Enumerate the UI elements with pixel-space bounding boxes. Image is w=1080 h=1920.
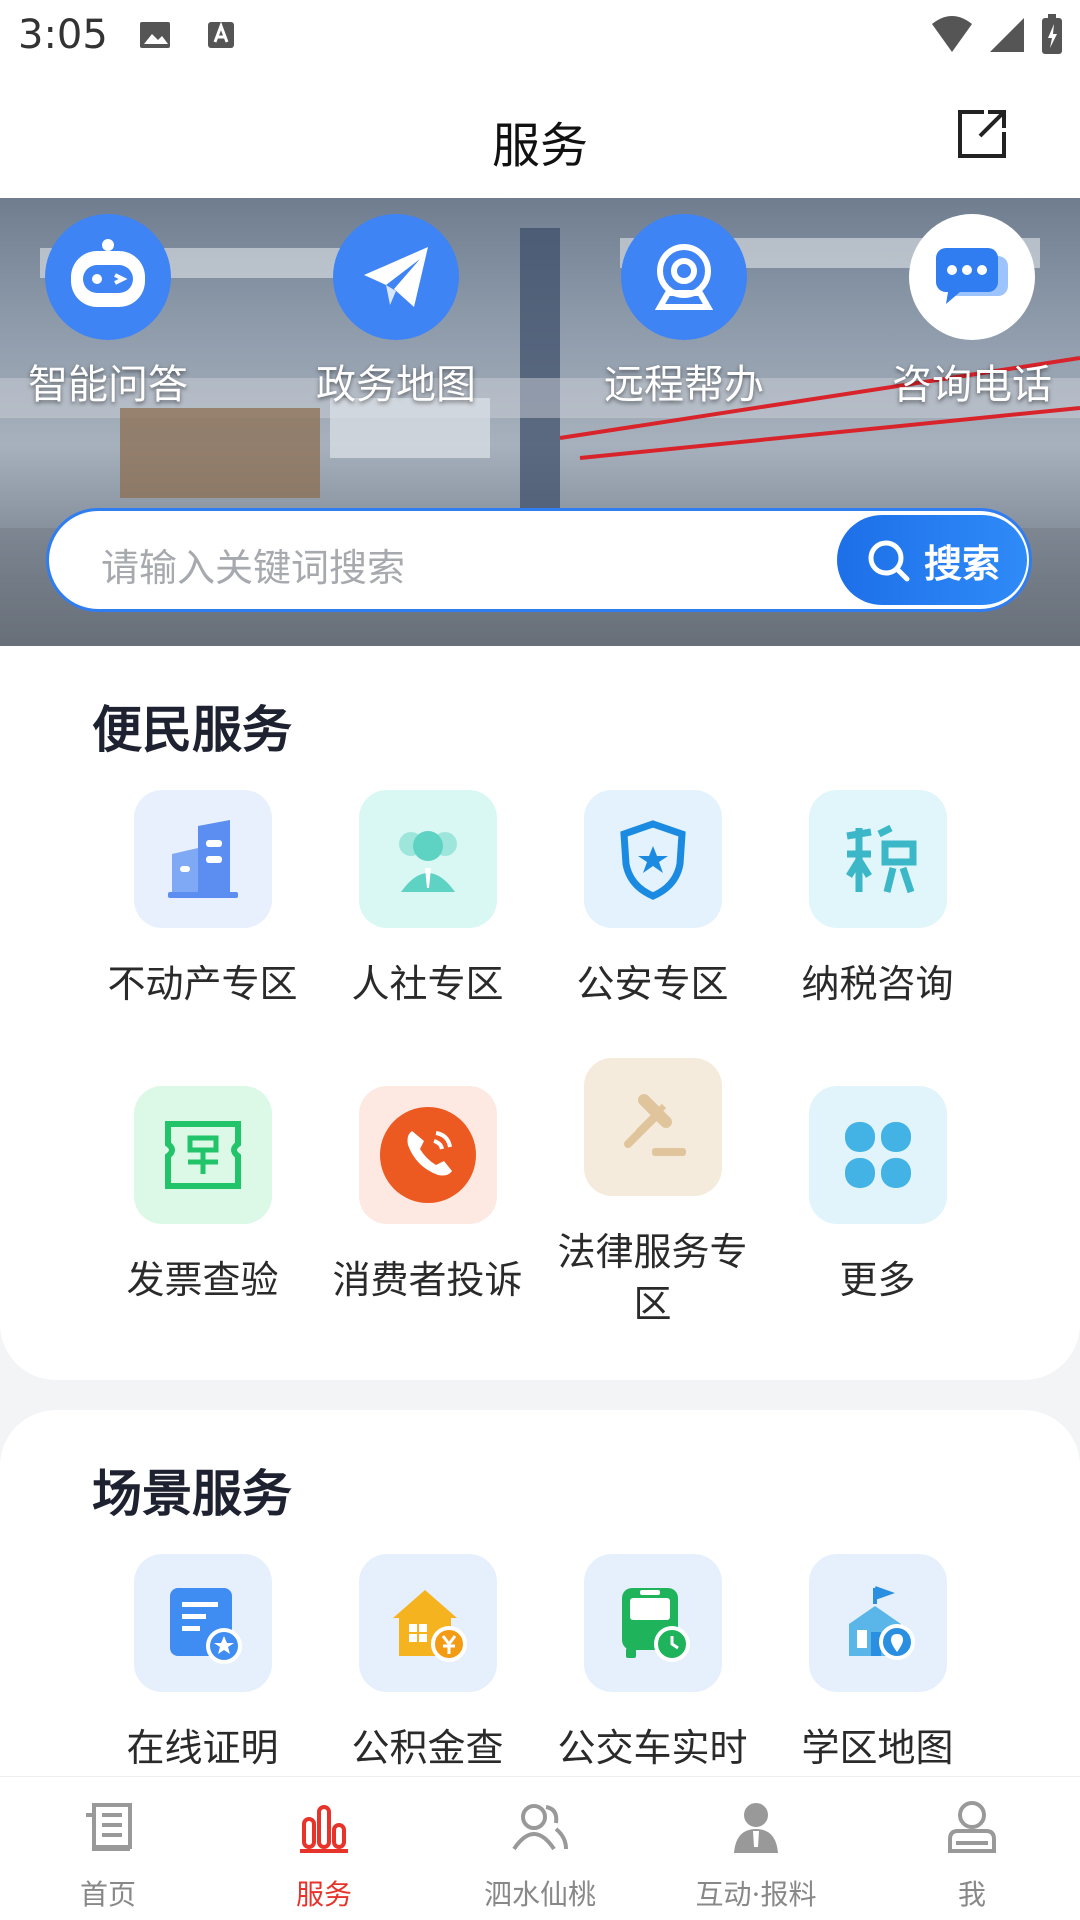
quick-action-label: 政务地图 — [316, 362, 476, 408]
scene-school-map[interactable]: 学区地图 — [765, 1554, 990, 1774]
image-notification-icon — [138, 18, 172, 56]
service-consumer-complaint[interactable]: 消费者投诉 — [315, 1086, 540, 1306]
scene-label: 学区地图 — [801, 1726, 954, 1770]
certificate-icon — [133, 1554, 272, 1692]
service-label: 更多 — [839, 1258, 916, 1302]
gavel-icon — [583, 1058, 722, 1196]
robot-icon — [45, 214, 171, 340]
service-social-security[interactable]: 人社专区 — [315, 790, 540, 1010]
webcam-icon — [621, 214, 747, 340]
quick-action-label: 远程帮办 — [604, 362, 764, 408]
service-legal[interactable]: 法律服务专区 — [540, 1058, 765, 1330]
signal-icon — [988, 14, 1026, 58]
service-public-security[interactable]: 公安专区 — [540, 790, 765, 1010]
quick-action-gov-map[interactable]: 政务地图 — [286, 214, 506, 410]
quick-action-smart-qa[interactable]: 智能问答 — [0, 214, 218, 410]
housing-fund-icon — [358, 1554, 497, 1692]
tax-icon — [808, 790, 947, 928]
profile-icon — [864, 1795, 1080, 1859]
search-icon — [868, 540, 910, 582]
service-real-estate[interactable]: 不动产专区 — [90, 790, 315, 1010]
tab-home[interactable]: 首页 — [0, 1795, 216, 1913]
section-title: 场景服务 — [92, 1465, 292, 1523]
hero-banner: 智能问答 政务地图 远程帮办 咨询电话 请输入关键词搜索 搜索 — [0, 198, 1080, 646]
phone-icon — [358, 1086, 497, 1224]
scene-label: 在线证明 — [126, 1726, 279, 1770]
tab-label: 服务 — [295, 1878, 352, 1911]
reporter-icon — [648, 1795, 864, 1859]
building-icon — [133, 790, 272, 928]
search-input[interactable]: 请输入关键词搜索 搜索 — [46, 508, 1032, 612]
search-button[interactable]: 搜索 — [837, 515, 1027, 605]
tab-me[interactable]: 我 — [864, 1795, 1080, 1913]
service-label: 消费者投诉 — [332, 1258, 523, 1302]
bars-icon — [216, 1795, 432, 1859]
tab-label: 泗水仙桃 — [483, 1878, 596, 1911]
tab-local[interactable]: 泗水仙桃 — [432, 1795, 648, 1913]
service-more[interactable]: 更多 — [765, 1086, 990, 1306]
status-bar: 3:05 — [0, 0, 1080, 72]
invoice-icon — [133, 1086, 272, 1224]
bus-icon — [583, 1554, 722, 1692]
title-bar: 服务 — [0, 72, 1080, 198]
external-link-icon — [958, 110, 1006, 158]
service-label: 发票查验 — [126, 1258, 279, 1302]
scene-housing-fund[interactable]: 公积金查 — [315, 1554, 540, 1774]
scene-bus-realtime[interactable]: 公交车实时 — [540, 1554, 765, 1774]
quick-action-remote-help[interactable]: 远程帮办 — [574, 214, 794, 410]
police-shield-icon — [583, 790, 722, 928]
scene-online-certificate[interactable]: 在线证明 — [90, 1554, 315, 1774]
tab-label: 首页 — [79, 1878, 136, 1911]
tab-label: 互动·报料 — [695, 1878, 817, 1911]
people-icon — [358, 790, 497, 928]
paper-plane-icon — [333, 214, 459, 340]
search-button-label: 搜索 — [923, 541, 1000, 586]
scene-services-card: 场景服务 在线证明 公积金查 公交车实时 学区地图 — [0, 1410, 1080, 1810]
service-invoice-check[interactable]: 发票查验 — [90, 1086, 315, 1306]
service-tax-consult[interactable]: 纳税咨询 — [765, 790, 990, 1010]
bottom-tab-bar: 首页 服务 泗水仙桃 互动·报料 我 — [0, 1776, 1080, 1920]
grid-icon — [808, 1086, 947, 1224]
battery-icon — [1040, 12, 1064, 60]
share-button[interactable] — [954, 106, 1010, 162]
quick-action-label: 咨询电话 — [892, 362, 1052, 408]
status-time: 3:05 — [18, 12, 108, 58]
convenience-services-card: 便民服务 不动产专区 人社专区 公安专区 纳税咨询 发票查验 消费者投诉 法律服… — [0, 646, 1080, 1380]
scene-label: 公积金查 — [351, 1726, 504, 1770]
font-notification-icon — [206, 18, 236, 56]
tab-services[interactable]: 服务 — [216, 1795, 432, 1913]
service-label: 不动产专区 — [107, 962, 298, 1006]
newspaper-icon — [0, 1795, 216, 1859]
service-label: 法律服务专区 — [557, 1230, 748, 1326]
quick-action-hotline[interactable]: 咨询电话 — [862, 214, 1080, 410]
page-title: 服务 — [491, 118, 588, 174]
scene-label: 公交车实时 — [557, 1726, 748, 1770]
tab-interact-report[interactable]: 互动·报料 — [648, 1795, 864, 1913]
users-icon — [432, 1795, 648, 1859]
tab-label: 我 — [957, 1878, 986, 1911]
chat-bubble-icon — [909, 214, 1035, 340]
school-map-icon — [808, 1554, 947, 1692]
search-placeholder: 请输入关键词搜索 — [101, 546, 406, 590]
wifi-icon — [930, 14, 974, 58]
service-label: 人社专区 — [351, 962, 504, 1006]
quick-action-label: 智能问答 — [28, 362, 188, 408]
service-label: 公安专区 — [576, 962, 729, 1006]
section-title: 便民服务 — [92, 701, 292, 759]
service-label: 纳税咨询 — [801, 962, 954, 1006]
